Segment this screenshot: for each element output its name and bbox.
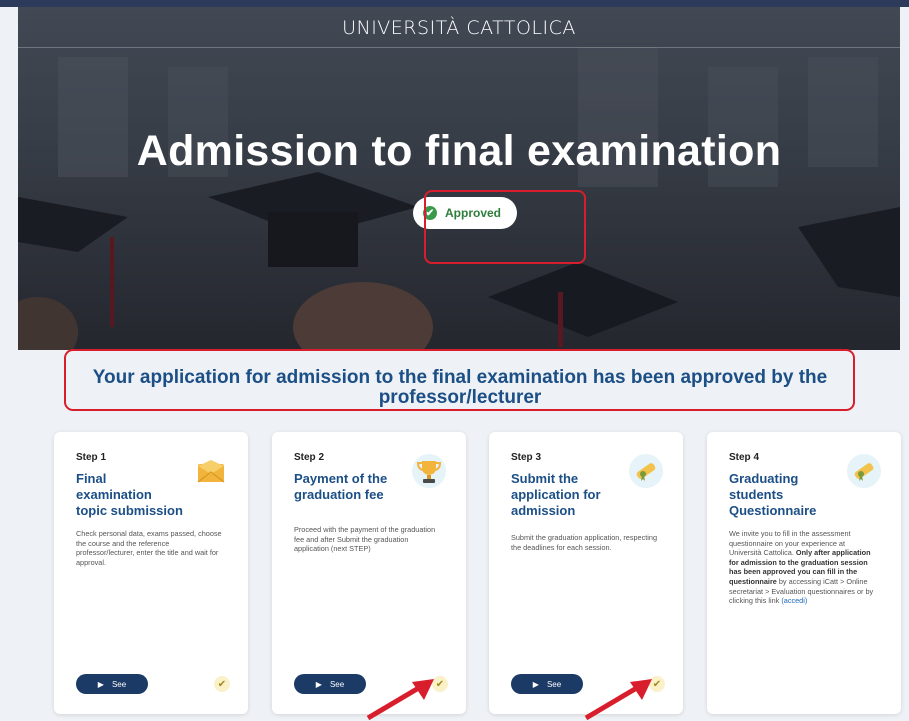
highlight-box-message (64, 349, 855, 411)
diploma-icon (629, 454, 663, 488)
checkmark-icon: ✔ (214, 676, 230, 692)
envelope-icon (194, 454, 228, 488)
play-icon: ▶ (315, 679, 322, 689)
diploma-icon (847, 454, 881, 488)
highlight-box-status (424, 190, 586, 264)
step-card-4: Step 4 Graduating students Questionnaire… (707, 432, 901, 714)
step-title: Final examination topic submission (76, 471, 183, 518)
see-button-label: See (111, 679, 127, 689)
play-icon: ▶ (97, 679, 104, 689)
see-button-step-1[interactable]: ▶ See (76, 674, 148, 694)
see-button-step-2[interactable]: ▶ See (294, 674, 366, 694)
trophy-icon (412, 454, 446, 488)
step-card-3: Step 3 Submit the application for admiss… (489, 432, 683, 714)
hero-banner: UNIVERSITÀ CATTOLICA Admission to final … (18, 7, 900, 350)
step-title: Submit the application for admission (511, 471, 601, 518)
red-arrow-icon (366, 679, 434, 721)
step-card-2: Step 2 Payment of the graduation fee Pro… (272, 432, 466, 714)
brand-divider (18, 47, 900, 48)
accedi-link[interactable]: (accedi) (781, 596, 807, 605)
step-card-1: Step 1 Final examination topic submissio… (54, 432, 248, 714)
step-description: Submit the graduation application, respe… (511, 533, 658, 552)
step-description: Check personal data, exams passed, choos… (76, 529, 222, 567)
step-description: Proceed with the payment of the graduati… (294, 525, 436, 554)
university-logo-text: UNIVERSITÀ CATTOLICA (342, 17, 576, 39)
red-arrow-icon (584, 679, 652, 721)
see-button-label: See (546, 679, 562, 689)
see-button-step-3[interactable]: ▶ See (511, 674, 583, 694)
page-title: Admission to final examination (136, 127, 782, 175)
top-strip (0, 0, 909, 7)
hero-overlay (18, 7, 900, 350)
page: UNIVERSITÀ CATTOLICA Admission to final … (0, 0, 909, 721)
step-title: Graduating students Questionnaire (729, 471, 817, 518)
play-icon: ▶ (532, 679, 539, 689)
see-button-label: See (329, 679, 345, 689)
step-title: Payment of the graduation fee (294, 471, 388, 502)
step-description: We invite you to fill in the assessment … (729, 529, 879, 606)
